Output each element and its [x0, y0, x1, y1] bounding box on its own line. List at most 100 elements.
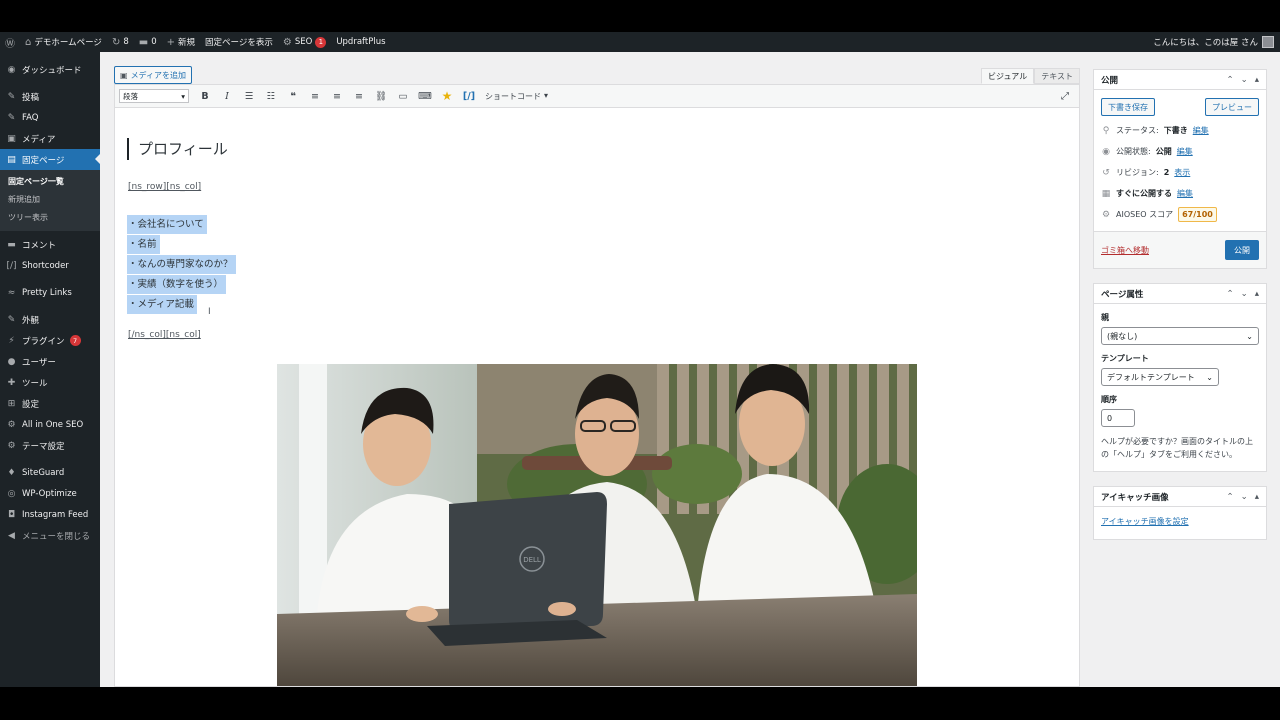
- chevron-down-icon: ▾: [544, 90, 549, 100]
- shortcode-dropdown[interactable]: ショートコード ▾: [485, 91, 548, 102]
- save-draft-button[interactable]: 下書き保存: [1101, 98, 1155, 116]
- edit-status-link[interactable]: 編集: [1193, 125, 1209, 136]
- edit-visibility-link[interactable]: 編集: [1177, 146, 1193, 157]
- page-icon: ▤: [7, 154, 16, 165]
- eye-icon: ◉: [1102, 146, 1110, 157]
- aioseo-score-badge[interactable]: 67/100: [1178, 207, 1217, 222]
- format-select[interactable]: 段落 ▾: [119, 89, 189, 103]
- sidebar-item-posts[interactable]: ✎ 投稿: [0, 86, 100, 107]
- admin-bar: Ⓦ ⌂ デモホームページ ↻ 8 ▬ 0 + 新規 固定ページを表示 ⚙ SEO 1 Upd…: [0, 32, 1280, 52]
- history-icon: ↺: [1102, 167, 1110, 178]
- user-icon: ●: [7, 356, 16, 367]
- comments-link[interactable]: ▬ 0: [134, 32, 162, 52]
- gear-icon: ⚙: [7, 440, 16, 451]
- collapse-toggle-icon[interactable]: ▴: [1255, 492, 1259, 502]
- updates-icon: ↻: [111, 36, 121, 48]
- blockquote-button[interactable]: ❝: [283, 87, 303, 105]
- link-icon: ≈: [7, 287, 16, 298]
- star-icon[interactable]: ★: [437, 87, 457, 105]
- move-down-icon[interactable]: ⌄: [1241, 289, 1248, 299]
- italic-button[interactable]: I: [217, 87, 237, 105]
- shortcode-icon: [/]: [6, 260, 17, 271]
- insert-link-button[interactable]: ⛓: [371, 87, 391, 105]
- chevron-down-icon: ⌄: [1246, 331, 1253, 341]
- schedule-row: ▦ すぐに公開する 編集: [1101, 188, 1193, 199]
- shortcode-icon[interactable]: [/]: [459, 87, 479, 105]
- align-left-button[interactable]: ≡: [305, 87, 325, 105]
- publish-box: 公開 ⌃ ⌄ ▴ 下書き保存 プレビュー ⚲ ステータス: 下書き 編集 ◉ 公…: [1093, 69, 1267, 269]
- sidebar-item-comments[interactable]: ▬ コメント: [0, 234, 100, 255]
- fullscreen-icon[interactable]: ⤢: [1055, 91, 1075, 102]
- toolbar-toggle-button[interactable]: ⌨: [415, 87, 435, 105]
- align-center-button[interactable]: ≡: [327, 87, 347, 105]
- sidebar-item-dashboard[interactable]: ◉ ダッシュボード: [0, 59, 100, 80]
- photo-illustration: DELL: [277, 364, 917, 686]
- updraftplus-menu[interactable]: UpdraftPlus: [331, 32, 390, 52]
- order-input[interactable]: 0: [1101, 409, 1135, 427]
- bullet-list-button[interactable]: ☰: [239, 87, 259, 105]
- sidebar-item-shortcoder[interactable]: [/] Shortcoder: [0, 255, 100, 276]
- revisions-row: ↺ リビジョン: 2 表示: [1102, 167, 1191, 178]
- template-select[interactable]: デフォルトテンプレート ⌄: [1101, 368, 1219, 386]
- seo-menu[interactable]: ⚙ SEO 1: [278, 32, 331, 52]
- trash-link[interactable]: ゴミ箱へ移動: [1101, 245, 1149, 256]
- sidebar-item-plugins[interactable]: ⚡ プラグイン 7: [0, 330, 100, 351]
- editor-toolbar: 段落 ▾ B I ☰ ☷ ❝ ≡ ≡ ≡ ⛓ ▭ ⌨ ★ [/] ショートコード ▾…: [114, 84, 1080, 108]
- move-up-icon[interactable]: ⌃: [1226, 75, 1233, 85]
- move-down-icon[interactable]: ⌄: [1241, 492, 1248, 502]
- view-page-link[interactable]: 固定ページを表示: [200, 32, 278, 52]
- view-revisions-link[interactable]: 表示: [1174, 167, 1190, 178]
- featured-image-box: アイキャッチ画像 ⌃ ⌄ ▴ アイキャッチ画像を設定: [1093, 486, 1267, 540]
- sidebar-item-tools[interactable]: ✚ ツール: [0, 372, 100, 393]
- submenu-all-pages[interactable]: 固定ページ一覧: [0, 173, 100, 191]
- editor-content[interactable]: プロフィール [ns_row][ns_col] ・会社名について ・名前 ・なん…: [114, 108, 1080, 687]
- sidebar-item-instagram-feed[interactable]: ◘ Instagram Feed: [0, 504, 100, 525]
- site-name-link[interactable]: ⌂ デモホームページ: [20, 32, 107, 52]
- publish-actions: ゴミ箱へ移動 公開: [1094, 231, 1266, 268]
- brush-icon: ✎: [7, 314, 16, 325]
- submenu-add-new[interactable]: 新規追加: [0, 191, 100, 209]
- move-down-icon[interactable]: ⌄: [1241, 75, 1248, 85]
- collapse-menu-button[interactable]: ◀ メニューを閉じる: [0, 525, 100, 546]
- publish-button[interactable]: 公開: [1225, 240, 1259, 260]
- add-media-button[interactable]: ▣ メディアを追加: [114, 66, 193, 84]
- move-up-icon[interactable]: ⌃: [1226, 492, 1233, 502]
- sidebar-item-theme-settings[interactable]: ⚙ テーマ設定: [0, 435, 100, 456]
- numbered-list-button[interactable]: ☷: [261, 87, 281, 105]
- collapse-toggle-icon[interactable]: ▴: [1255, 75, 1259, 85]
- sidebar-item-users[interactable]: ● ユーザー: [0, 351, 100, 372]
- edit-schedule-link[interactable]: 編集: [1177, 188, 1193, 199]
- align-right-button[interactable]: ≡: [349, 87, 369, 105]
- sidebar-item-pretty-links[interactable]: ≈ Pretty Links: [0, 282, 100, 303]
- set-featured-image-link[interactable]: アイキャッチ画像を設定: [1101, 517, 1189, 526]
- list-item: ・実績（数字を使う）: [127, 275, 227, 294]
- new-content-link[interactable]: + 新規: [162, 32, 200, 52]
- sidebar-item-appearance[interactable]: ✎ 外観: [0, 309, 100, 330]
- parent-select[interactable]: (親なし) ⌄: [1101, 327, 1259, 345]
- wordpress-logo-button[interactable]: Ⓦ: [0, 32, 20, 52]
- sidebar-item-siteguard[interactable]: ♦ SiteGuard: [0, 462, 100, 483]
- sidebar-item-pages[interactable]: ▤ 固定ページ: [0, 149, 100, 170]
- preview-button[interactable]: プレビュー: [1205, 98, 1259, 116]
- move-up-icon[interactable]: ⌃: [1226, 289, 1233, 299]
- editor-sidebar: 公開 ⌃ ⌄ ▴ 下書き保存 プレビュー ⚲ ステータス: 下書き 編集 ◉ 公…: [1093, 69, 1267, 554]
- sidebar-item-wp-optimize[interactable]: ◎ WP-Optimize: [0, 483, 100, 504]
- bold-button[interactable]: B: [195, 87, 215, 105]
- wp-admin-screen: Ⓦ ⌂ デモホームページ ↻ 8 ▬ 0 + 新規 固定ページを表示 ⚙ SEO 1 Upd…: [0, 32, 1280, 687]
- tab-visual[interactable]: ビジュアル: [981, 68, 1035, 84]
- sidebar-item-media[interactable]: ▣ メディア: [0, 128, 100, 149]
- collapse-toggle-icon[interactable]: ▴: [1255, 289, 1259, 299]
- submenu-tree-view[interactable]: ツリー表示: [0, 209, 100, 227]
- list-item: ・メディア記載: [127, 295, 197, 314]
- read-more-button[interactable]: ▭: [393, 87, 413, 105]
- list-item: ・会社名について: [127, 215, 207, 234]
- my-account-menu[interactable]: こんにちは、このは屋 さん: [1153, 36, 1280, 48]
- tab-text[interactable]: テキスト: [1034, 68, 1080, 84]
- home-icon: ⌂: [25, 36, 32, 48]
- comment-icon: ▬: [7, 239, 16, 250]
- updates-link[interactable]: ↻ 8: [107, 32, 134, 52]
- sidebar-item-aioseo[interactable]: ⚙ All in One SEO: [0, 414, 100, 435]
- sidebar-item-settings[interactable]: ⊞ 設定: [0, 393, 100, 414]
- sidebar-item-faq[interactable]: ✎ FAQ: [0, 107, 100, 128]
- profile-photo[interactable]: DELL: [277, 364, 917, 686]
